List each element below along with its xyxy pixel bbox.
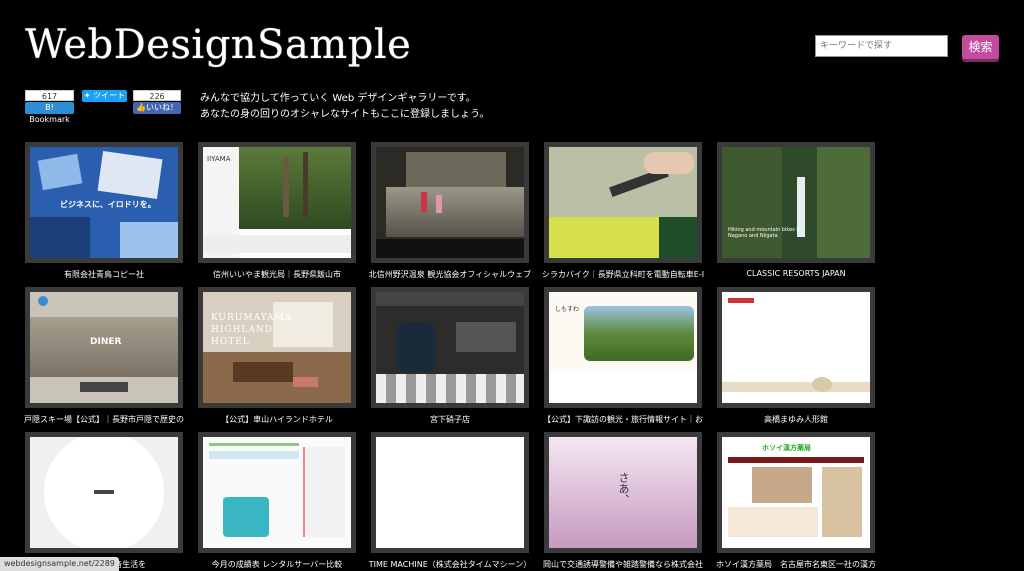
- gallery-card[interactable]: IIYAMA: [198, 142, 356, 263]
- gallery-caption[interactable]: ホソイ漢方薬局 名古屋市名東区一社の漢方: [706, 559, 886, 570]
- gallery-caption[interactable]: TIME MACHINE（株式会社タイムマシーン）: [360, 559, 540, 570]
- bird-icon: ✦: [83, 91, 94, 100]
- gallery-caption[interactable]: 戸隠スキー場【公式】｜長野市戸隠で歴史の: [14, 414, 194, 425]
- thumbs-up-icon: 👍: [136, 103, 146, 112]
- site-thumbnail[interactable]: [376, 292, 524, 403]
- gallery-caption[interactable]: 有限会社青鳥コピー社: [14, 269, 194, 280]
- site-thumbnail[interactable]: Hiking and mountain bikes in Nagano and …: [722, 147, 870, 258]
- gallery-card[interactable]: DINER: [25, 287, 183, 408]
- intro-text: みんなで協力して作っていく Web デザインギャラリーです。 あなたの身の回りの…: [200, 91, 489, 123]
- gallery-caption[interactable]: 北信州野沢温泉 観光協会オフィシャルウェブ: [360, 269, 540, 280]
- gallery-caption[interactable]: 信州いいやま観光局｜長野県飯山市: [187, 269, 367, 280]
- gallery-card[interactable]: KURUMAYAMA HIGHLAND HOTEL: [198, 287, 356, 408]
- facebook-like-widget[interactable]: 226 👍いいね！: [133, 90, 181, 114]
- gallery-card[interactable]: [371, 432, 529, 553]
- gallery-card[interactable]: [198, 432, 356, 553]
- gallery-card[interactable]: ホソイ漢方薬局: [717, 432, 875, 553]
- site-thumbnail[interactable]: DINER: [30, 292, 178, 403]
- site-thumbnail[interactable]: KURUMAYAMA HIGHLAND HOTEL: [203, 292, 351, 403]
- gallery-card[interactable]: [371, 287, 529, 408]
- intro-line-1: みんなで協力して作っていく Web デザインギャラリーです。: [200, 93, 476, 104]
- thumb-tagline: Hiking and mountain bikes in Nagano and …: [728, 227, 801, 239]
- thumb-shop-name: ホソイ漢方薬局: [762, 444, 811, 452]
- gallery-caption[interactable]: 【公式】車山ハイランドホテル: [187, 414, 367, 425]
- hatena-count: 617: [25, 90, 74, 101]
- gallery-caption[interactable]: 岡山で交通誘導警備や雑踏警備なら株式会社: [533, 559, 713, 570]
- thumb-headline: さあ、: [617, 472, 630, 505]
- hatena-bookmark-widget[interactable]: 617 B! Bookmark: [25, 90, 74, 124]
- gallery-caption[interactable]: 高橋まゆみ人形館: [706, 414, 886, 425]
- gallery-card[interactable]: [25, 432, 183, 553]
- gallery-card[interactable]: [371, 142, 529, 263]
- site-thumbnail[interactable]: さあ、: [549, 437, 697, 548]
- like-count: 226: [133, 90, 181, 101]
- site-thumbnail[interactable]: [549, 147, 697, 258]
- gallery-card[interactable]: さあ、: [544, 432, 702, 553]
- site-thumbnail[interactable]: [30, 437, 178, 548]
- like-button[interactable]: 👍いいね！: [133, 102, 181, 114]
- search-button[interactable]: 検索: [962, 35, 999, 59]
- gallery-card[interactable]: ビジネスに、イロドリを。: [25, 142, 183, 263]
- site-thumbnail[interactable]: ビジネスに、イロドリを。: [30, 147, 178, 258]
- thumb-hotel-name: KURUMAYAMA HIGHLAND HOTEL: [211, 313, 293, 347]
- site-thumbnail[interactable]: しもすわ: [549, 292, 697, 403]
- gallery-caption[interactable]: 【公式】下諏訪の観光・旅行情報サイト｜お: [533, 414, 713, 425]
- thumb-sign: DINER: [90, 337, 122, 347]
- site-thumbnail[interactable]: [722, 292, 870, 403]
- gallery-card[interactable]: Hiking and mountain bikes in Nagano and …: [717, 142, 875, 263]
- gallery-caption[interactable]: 今月の成績表 レンタルサーバー比較: [187, 559, 367, 570]
- site-thumbnail[interactable]: [376, 437, 524, 548]
- like-label: いいね！: [145, 103, 178, 112]
- search-input[interactable]: [815, 35, 948, 57]
- thumb-headline: ビジネスに、イロドリを。: [60, 200, 156, 209]
- gallery-card[interactable]: しもすわ: [544, 287, 702, 408]
- gallery-card[interactable]: [717, 287, 875, 408]
- status-bar-url: webdesignsample.net/2289: [0, 557, 119, 571]
- intro-line-2: あなたの身の回りのオシャレなサイトもここに登録しましょう。: [200, 109, 490, 120]
- gallery-caption[interactable]: CLASSIC RESORTS JAPAN: [706, 269, 886, 278]
- tweet-label: ツイート: [93, 91, 126, 100]
- site-thumbnail[interactable]: IIYAMA: [203, 147, 351, 258]
- site-thumbnail[interactable]: [376, 147, 524, 258]
- hatena-bookmark-button[interactable]: B! Bookmark: [25, 102, 74, 124]
- thumb-logo: しもすわ: [555, 306, 580, 313]
- gallery-card[interactable]: [544, 142, 702, 263]
- site-thumbnail[interactable]: ホソイ漢方薬局: [722, 437, 870, 548]
- site-thumbnail[interactable]: [203, 437, 351, 548]
- thumb-logo: IIYAMA: [207, 155, 231, 163]
- logo[interactable]: WebDesignSample: [25, 22, 411, 68]
- tweet-widget[interactable]: ✦ ツイート: [82, 90, 127, 102]
- tweet-button[interactable]: ✦ ツイート: [82, 90, 127, 102]
- gallery-caption[interactable]: 宮下硝子店: [360, 414, 540, 425]
- gallery-caption[interactable]: シラカバイク｜長野県立科町を電動自転車E-I: [533, 269, 713, 280]
